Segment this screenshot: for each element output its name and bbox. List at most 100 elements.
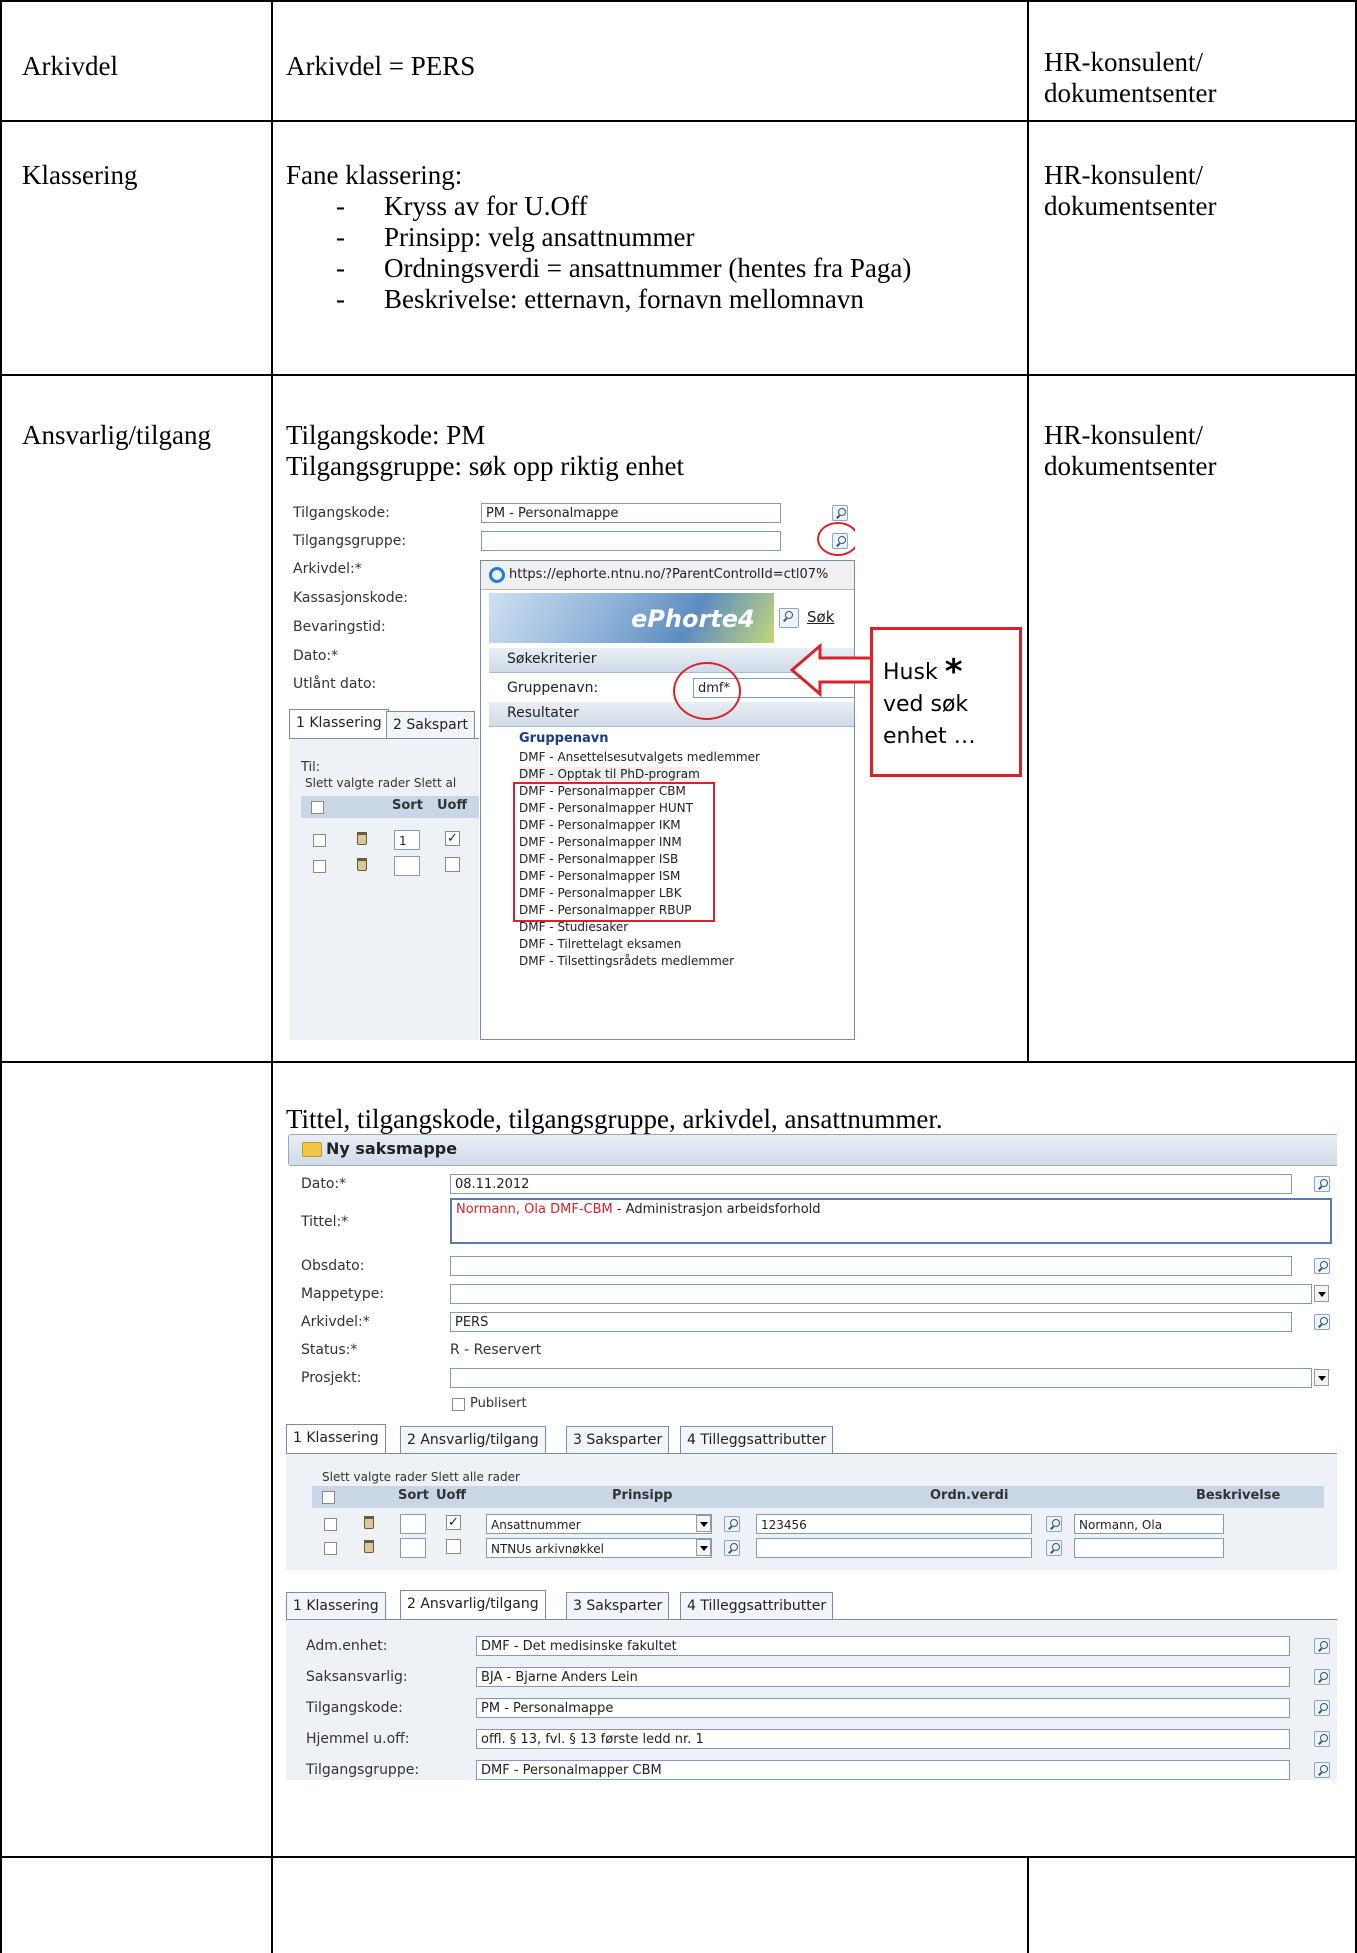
result-item[interactable]: DMF - Studiesaker <box>519 920 628 934</box>
tab-sakspart[interactable]: 2 Sakspart <box>386 711 475 738</box>
trash-icon[interactable] <box>357 858 367 871</box>
tab-saksparter[interactable]: 3 Saksparter <box>566 1426 670 1453</box>
chevron-down-icon[interactable] <box>696 1515 711 1532</box>
label-dato: Dato:* <box>293 648 339 664</box>
prosjekt-select[interactable] <box>450 1368 1312 1388</box>
select-all-checkbox[interactable] <box>311 801 324 814</box>
row-ansvarlig-role: HR-konsulent/ dokumentsenter <box>1044 420 1216 482</box>
search-icon[interactable] <box>832 505 848 521</box>
obsdato-field[interactable] <box>450 1256 1292 1276</box>
search-icon[interactable] <box>1046 1540 1062 1556</box>
search-icon[interactable] <box>724 1540 740 1556</box>
result-item[interactable]: DMF - Ansettelsesutvalgets medlemmer <box>519 750 760 764</box>
select-all-checkbox[interactable] <box>322 1491 335 1504</box>
tab-klassering[interactable]: 1 Klassering <box>289 709 389 738</box>
label-utlant-dato: Utlånt dato: <box>293 676 377 692</box>
slett-links[interactable]: Slett valgte rader Slett alle rader <box>322 1470 520 1484</box>
prinsipp-select[interactable]: Ansattnummer <box>486 1514 712 1534</box>
row-checkbox[interactable] <box>313 860 326 873</box>
row-arkivdel-field: Arkivdel <box>22 51 118 81</box>
tab-tilleggsattributter[interactable]: 4 Tilleggsattributter <box>680 1592 834 1619</box>
beskrivelse-field[interactable]: Normann, Ola <box>1074 1514 1224 1534</box>
search-icon[interactable] <box>1314 1176 1330 1192</box>
sok-button[interactable]: Søk <box>779 603 849 631</box>
uoff-checkbox[interactable]: ✓ <box>446 1515 461 1530</box>
search-icon[interactable] <box>1314 1669 1330 1685</box>
role-line2: dokumentsenter <box>1044 451 1217 481</box>
search-icon[interactable] <box>1314 1314 1330 1330</box>
role-line1: HR-konsulent/ <box>1044 420 1203 450</box>
row-checkbox[interactable] <box>324 1518 337 1531</box>
browser-icon <box>489 567 505 583</box>
tilgangsgruppe-field[interactable]: DMF - Personalmapper CBM <box>476 1760 1290 1780</box>
tilgangskode-line: Tilgangskode: PM <box>286 420 486 450</box>
search-icon[interactable] <box>1314 1700 1330 1716</box>
search-icon[interactable] <box>1314 1762 1330 1778</box>
table-border-top <box>0 0 1357 2</box>
klassering-title: Fane klassering: <box>286 160 463 190</box>
row-checkbox[interactable] <box>324 1542 337 1555</box>
result-item[interactable]: DMF - Opptak til PhD-program <box>519 767 700 781</box>
bullet-item: Ordningsverdi = ansattnummer (hentes fra… <box>286 253 911 284</box>
tab-saksparter[interactable]: 3 Saksparter <box>566 1592 670 1619</box>
slett-link[interactable]: Slett valgte rader Slett al <box>305 776 456 790</box>
callout-line1: Husk * <box>883 652 963 692</box>
dato-field[interactable]: 08.11.2012 <box>450 1174 1292 1194</box>
klassering-bullets: Kryss av for U.Off Prinsipp: velg ansatt… <box>286 191 911 315</box>
search-icon[interactable] <box>1314 1731 1330 1747</box>
ordnverdi-field[interactable]: 123456 <box>756 1514 1032 1534</box>
prinsipp-select[interactable]: NTNUs arkivnøkkel <box>486 1538 712 1558</box>
trash-icon[interactable] <box>364 1516 374 1529</box>
search-icon[interactable] <box>724 1516 740 1532</box>
sok-label: Søk <box>807 608 835 626</box>
chevron-down-icon[interactable] <box>1314 1285 1329 1302</box>
chevron-down-icon[interactable] <box>1314 1369 1329 1386</box>
result-item[interactable]: DMF - Tilrettelagt eksamen <box>519 937 681 951</box>
tab-tilleggsattributter[interactable]: 4 Tilleggsattributter <box>680 1426 834 1453</box>
tilgangsgruppe-field[interactable] <box>481 531 781 551</box>
sort-field[interactable] <box>400 1538 426 1558</box>
tittel-field[interactable]: Normann, Ola DMF-CBM - Administrasjon ar… <box>450 1198 1332 1244</box>
publisert-checkbox[interactable] <box>452 1398 465 1411</box>
label-tilgangskode: Tilgangskode: <box>306 1700 403 1716</box>
sort-field[interactable]: 1 <box>394 830 420 850</box>
search-icon[interactable] <box>1314 1258 1330 1274</box>
tab-ansvarlig-tilgang[interactable]: 2 Ansvarlig/tilgang <box>400 1426 546 1453</box>
uoff-checkbox[interactable] <box>445 857 460 872</box>
hjemmel-field[interactable]: offl. § 13, fvl. § 13 første ledd nr. 1 <box>476 1729 1290 1749</box>
tilgangskode-field[interactable]: PM - Personalmappe <box>481 503 781 523</box>
tilgangskode-field[interactable]: PM - Personalmappe <box>476 1698 1290 1718</box>
search-icon[interactable] <box>1046 1516 1062 1532</box>
uoff-checkbox[interactable]: ✓ <box>445 831 460 846</box>
resultater-label: Resultater <box>507 705 579 721</box>
column-divider-2b <box>1027 1858 1029 1953</box>
publisert-label: Publisert <box>470 1396 527 1411</box>
tab-klassering[interactable]: 1 Klassering <box>286 1592 386 1619</box>
sort-field[interactable] <box>394 856 420 876</box>
ordnverdi-field[interactable] <box>756 1538 1032 1558</box>
label-adm-enhet: Adm.enhet: <box>306 1638 388 1654</box>
callout-box: Husk * ved søk enhet … <box>870 627 1022 777</box>
saksansvarlig-field[interactable]: BJA - Bjarne Anders Lein <box>476 1667 1290 1687</box>
label-arkivdel: Arkivdel:* <box>293 561 362 577</box>
callout-line2: ved søk <box>883 692 969 717</box>
result-item[interactable]: DMF - Tilsettingsrådets medlemmer <box>519 954 734 968</box>
label-status: Status:* <box>301 1342 358 1358</box>
uoff-checkbox[interactable] <box>446 1539 461 1554</box>
trash-icon[interactable] <box>357 832 367 845</box>
adm-enhet-field[interactable]: DMF - Det medisinske fakultet <box>476 1636 1290 1656</box>
row-checkbox[interactable] <box>313 834 326 847</box>
popup-url: https://ephorte.ntnu.no/?ParentControlId… <box>509 567 829 582</box>
search-icon[interactable] <box>1314 1638 1330 1654</box>
tab-ansvarlig-tilgang[interactable]: 2 Ansvarlig/tilgang <box>400 1590 546 1619</box>
beskrivelse-field[interactable] <box>1074 1538 1224 1558</box>
col-beskrivelse: Beskrivelse <box>1196 1488 1281 1503</box>
chevron-down-icon[interactable] <box>696 1539 711 1556</box>
callout-line3: enhet … <box>883 724 976 749</box>
trash-icon[interactable] <box>364 1540 374 1553</box>
tab-klassering[interactable]: 1 Klassering <box>286 1424 386 1453</box>
mappetype-select[interactable] <box>450 1284 1312 1304</box>
sort-field[interactable] <box>400 1514 426 1534</box>
arkivdel-field[interactable]: PERS <box>450 1312 1292 1332</box>
col-prinsipp: Prinsipp <box>612 1488 673 1503</box>
